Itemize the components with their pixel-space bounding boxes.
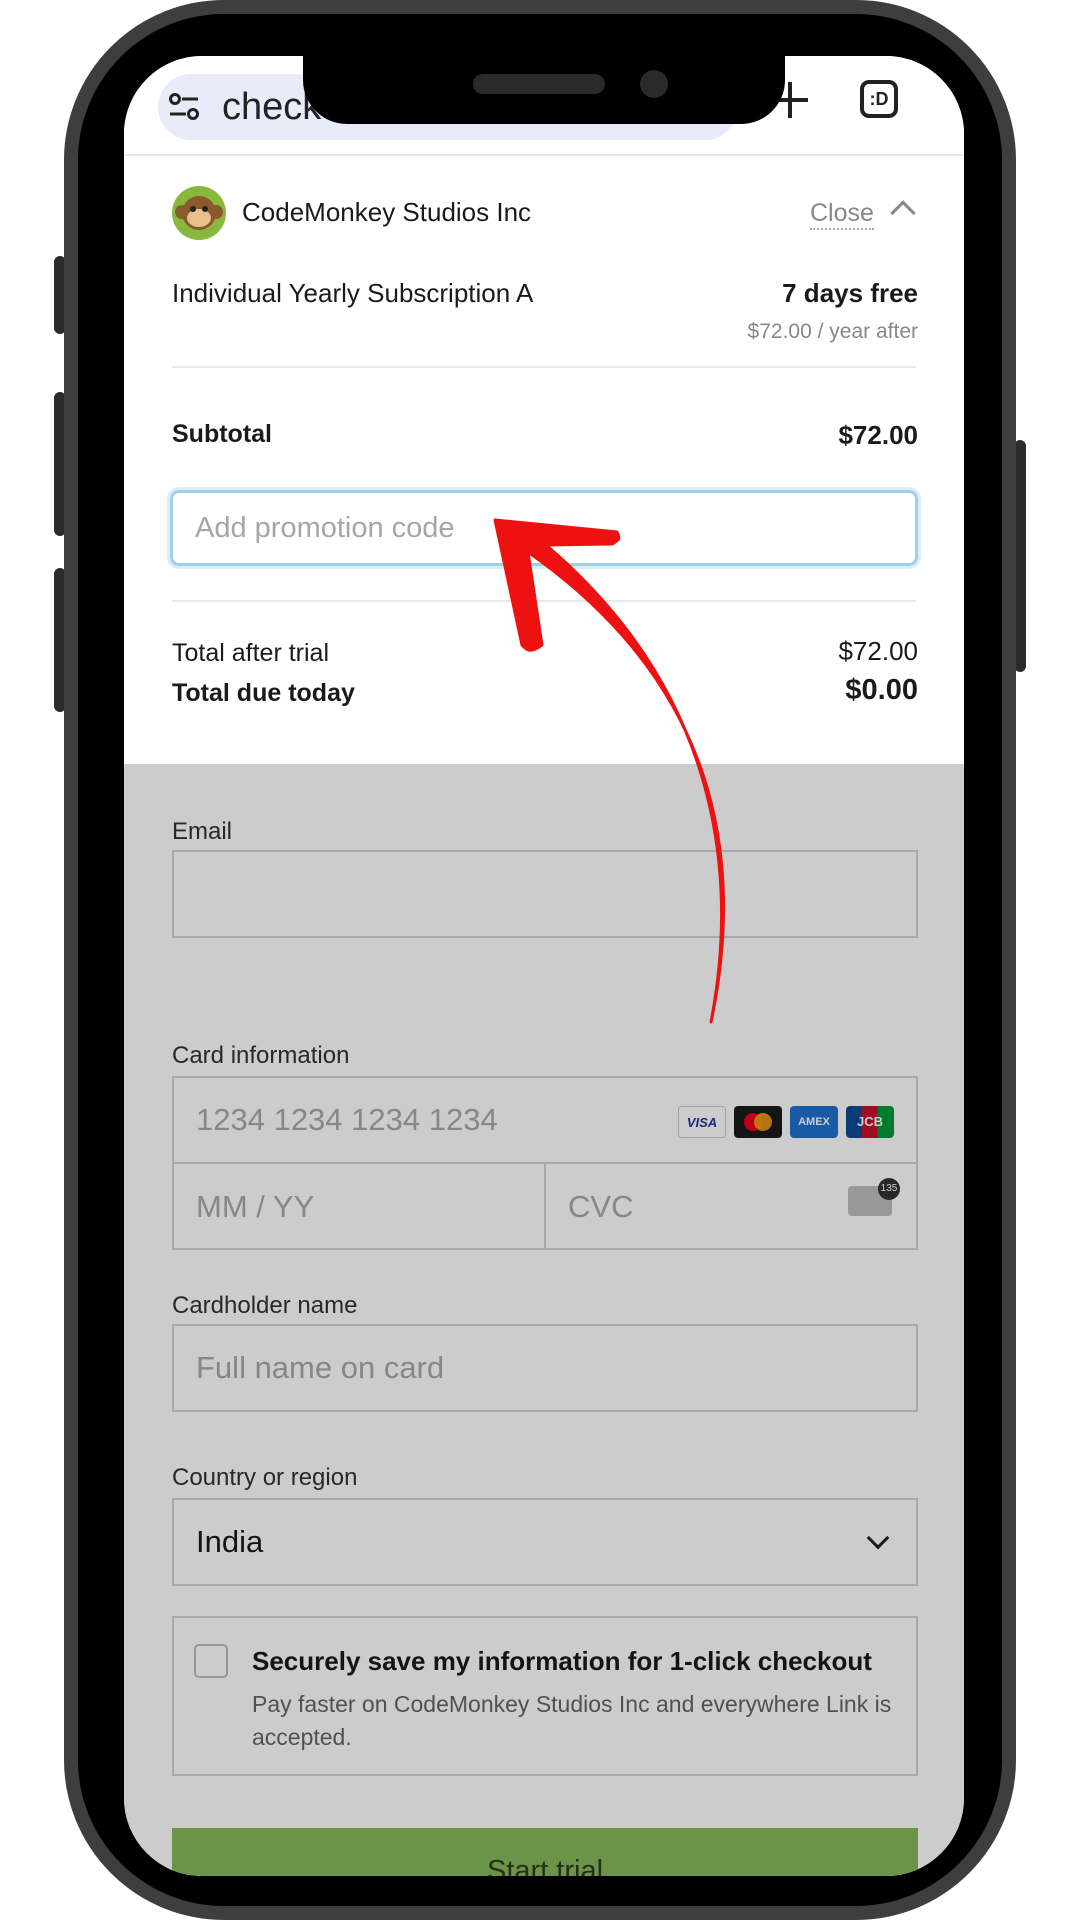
- line-item-name: Individual Yearly Subscription A: [172, 278, 534, 308]
- cvc-card-icon: 135: [848, 1178, 900, 1216]
- visa-icon: VISA: [678, 1106, 726, 1138]
- merchant-name: CodeMonkey Studios Inc: [242, 197, 532, 227]
- card-cvc-placeholder: CVC: [568, 1189, 634, 1224]
- card-number-input[interactable]: 1234 1234 1234 1234 VISA AMEX JCB: [174, 1078, 916, 1164]
- payment-form: Email Card information 1234 1234 1234 12…: [124, 764, 964, 1876]
- chevron-up-icon[interactable]: [890, 200, 916, 226]
- card-expiry-placeholder: MM / YY: [196, 1189, 315, 1224]
- card-cvc-input[interactable]: CVC 135: [546, 1164, 916, 1250]
- total-after-trial-label: Total after trial: [172, 639, 330, 667]
- cardholder-name-placeholder: Full name on card: [196, 1350, 445, 1385]
- mastercard-icon: [734, 1106, 782, 1138]
- save-info-checkbox[interactable]: [194, 1644, 228, 1678]
- jcb-icon: JCB: [846, 1106, 894, 1138]
- subtotal-value: $72.00: [838, 420, 918, 450]
- card-number-placeholder: 1234 1234 1234 1234: [196, 1102, 498, 1137]
- total-after-trial-value: $72.00: [838, 636, 918, 666]
- phone-notch: [303, 56, 785, 124]
- country-select-value: India: [196, 1524, 264, 1559]
- country-select[interactable]: India: [172, 1498, 918, 1586]
- amex-icon: AMEX: [790, 1106, 838, 1138]
- merchant-logo-monkey-icon: [172, 186, 226, 240]
- save-info-title: Securely save my information for 1-click…: [252, 1646, 872, 1676]
- total-due-today-value: $0.00: [845, 674, 918, 706]
- email-field[interactable]: [172, 850, 918, 938]
- line-item-price: 7 days free: [782, 278, 918, 308]
- cvc-icon-badge: 135: [878, 1178, 900, 1200]
- site-settings-icon[interactable]: [168, 92, 200, 122]
- country-region-label: Country or region: [172, 1464, 358, 1491]
- phone-screen: check :D CodeMonkey Studios Inc Close In…: [124, 56, 964, 1876]
- close-summary-link[interactable]: Close: [810, 199, 874, 230]
- front-camera: [640, 70, 668, 98]
- save-info-description: Pay faster on CodeMonkey Studios Inc and…: [252, 1691, 892, 1750]
- card-expiry-input[interactable]: MM / YY: [174, 1164, 546, 1250]
- cardholder-name-input[interactable]: Full name on card: [172, 1324, 918, 1412]
- summary-divider: [172, 600, 916, 602]
- total-due-today-label: Total due today: [172, 679, 355, 707]
- line-item-after-trial: $72.00 / year after: [747, 320, 918, 343]
- order-summary-panel: CodeMonkey Studios Inc Close Individual …: [124, 156, 964, 764]
- cardholder-name-label: Cardholder name: [172, 1292, 358, 1319]
- tab-switcher-icon[interactable]: :D: [860, 80, 898, 118]
- subtotal-label: Subtotal: [172, 420, 272, 448]
- promotion-code-input[interactable]: [170, 490, 918, 566]
- save-info-box: Securely save my information for 1-click…: [172, 1616, 918, 1776]
- chevron-down-icon: [866, 1526, 890, 1550]
- card-information-label: Card information: [172, 1042, 350, 1069]
- start-trial-button[interactable]: Start trial: [172, 1828, 918, 1876]
- card-information-group: 1234 1234 1234 1234 VISA AMEX JCB MM / Y…: [172, 1076, 918, 1250]
- summary-divider: [172, 366, 916, 368]
- email-label: Email: [172, 818, 233, 845]
- phone-speaker: [473, 74, 605, 94]
